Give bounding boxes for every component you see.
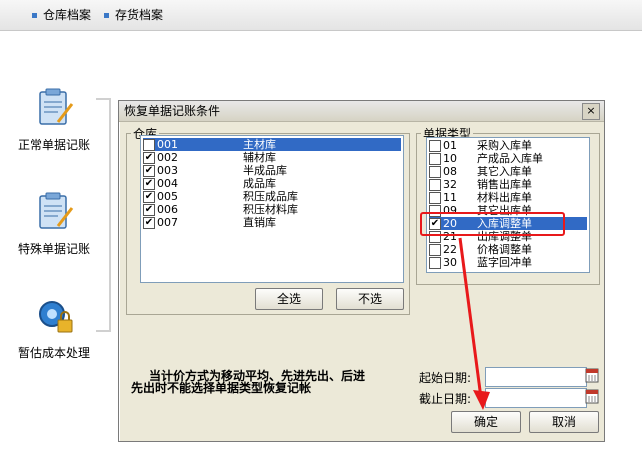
annotation-arrow-icon	[458, 237, 490, 410]
